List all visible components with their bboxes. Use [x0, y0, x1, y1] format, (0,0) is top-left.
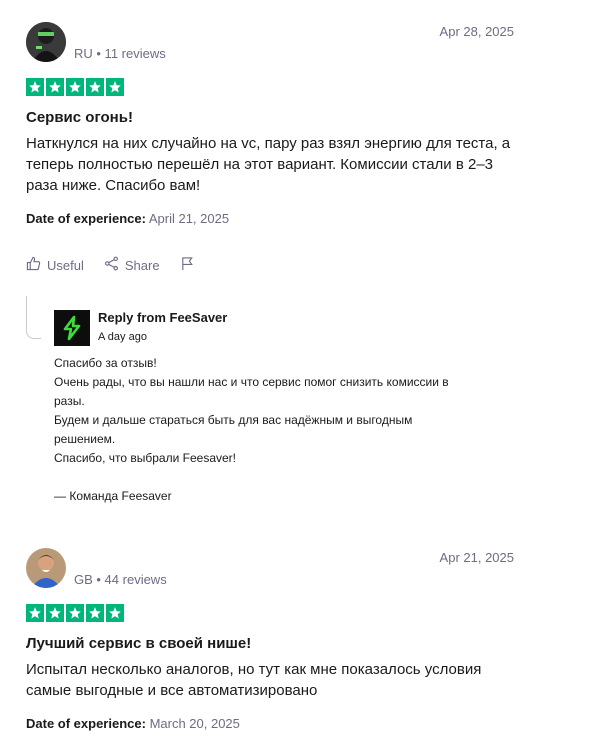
- thumbs-up-icon: [26, 256, 41, 274]
- star-rating: [26, 604, 124, 622]
- star-icon: [66, 78, 84, 96]
- review-text: Наткнулся на них случайно на vc, пару ра…: [26, 135, 511, 194]
- star-icon: [66, 604, 84, 622]
- useful-button[interactable]: Useful: [26, 256, 84, 274]
- share-button[interactable]: Share: [104, 256, 160, 274]
- company-reply: Reply from FeeSaver A day ago Спасибо за…: [26, 296, 526, 506]
- review-title[interactable]: Лучший сервис в своей нише!: [26, 635, 251, 652]
- review-actions: Useful Share: [26, 256, 215, 274]
- review-date: Apr 28, 2025: [439, 24, 514, 39]
- reply-text: Спасибо за отзыв! Очень рады, что вы наш…: [54, 356, 449, 503]
- star-icon: [46, 78, 64, 96]
- date-of-experience: Date of experience: April 21, 2025: [26, 211, 229, 226]
- star-icon: [86, 78, 104, 96]
- star-icon: [26, 604, 44, 622]
- share-label: Share: [124, 257, 160, 273]
- share-icon: [104, 256, 119, 274]
- reply-connector: [26, 296, 41, 339]
- avatar[interactable]: [26, 22, 66, 62]
- report-button[interactable]: [180, 256, 195, 274]
- star-icon: [46, 604, 64, 622]
- star-icon: [86, 604, 104, 622]
- date-of-experience: Date of experience: March 20, 2025: [26, 716, 240, 731]
- experience-label: Date of experience:: [26, 716, 146, 731]
- star-rating: [26, 78, 124, 96]
- reviewer-meta[interactable]: GB • 44 reviews: [74, 572, 167, 587]
- feesaver-logo[interactable]: [54, 310, 90, 346]
- experience-date: March 20, 2025: [149, 716, 240, 731]
- reply-from: Reply from FeeSaver: [98, 310, 228, 325]
- star-icon: [26, 78, 44, 96]
- review-date: Apr 21, 2025: [439, 550, 514, 565]
- star-icon: [106, 604, 124, 622]
- flag-icon: [180, 256, 195, 274]
- experience-label: Date of experience:: [26, 211, 146, 226]
- avatar[interactable]: [26, 548, 66, 588]
- reply-age: A day ago: [98, 331, 147, 343]
- experience-date: April 21, 2025: [148, 211, 230, 226]
- review-text: Испытал несколько аналогов, но тут как м…: [26, 661, 482, 699]
- useful-label: Useful: [47, 257, 84, 273]
- review-title[interactable]: Сервис огонь!: [26, 109, 133, 126]
- star-icon: [106, 78, 124, 96]
- reviewer-meta[interactable]: RU • 11 reviews: [74, 46, 166, 61]
